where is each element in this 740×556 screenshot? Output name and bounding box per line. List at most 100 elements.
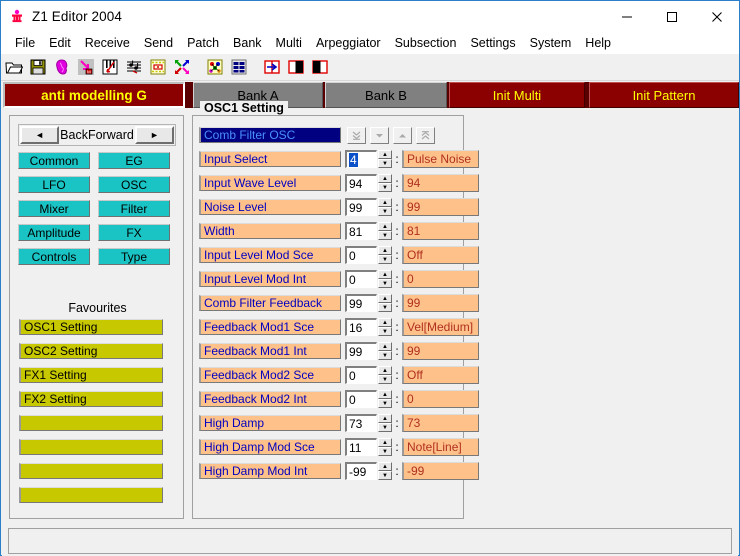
send-arrow-icon[interactable]: M	[75, 56, 97, 78]
favourite-item-1[interactable]: OSC1 Setting	[19, 319, 163, 335]
spinner-down-icon[interactable]: ▼	[378, 423, 392, 432]
sidebar-item-type[interactable]: Type	[98, 248, 170, 265]
spinner-up-icon[interactable]: ▲	[378, 222, 392, 231]
sidebar-item-filter[interactable]: Filter	[98, 200, 170, 217]
param-value[interactable]: 99	[402, 294, 479, 312]
param-spinner[interactable]: ▲ ▼	[378, 438, 392, 456]
param-label[interactable]: Feedback Mod2 Int	[199, 391, 341, 407]
favourite-item-8[interactable]	[19, 487, 163, 503]
param-input[interactable]: 0	[345, 366, 377, 384]
param-value[interactable]: 99	[402, 198, 479, 216]
menu-item-settings[interactable]: Settings	[463, 34, 522, 52]
menu-item-arpeggiator[interactable]: Arpeggiator	[309, 34, 388, 52]
spinner-up-icon[interactable]: ▲	[378, 174, 392, 183]
arpeggiator-icon[interactable]	[204, 56, 226, 78]
param-spinner[interactable]: ▲ ▼	[378, 150, 392, 168]
spinner-up-icon[interactable]: ▲	[378, 198, 392, 207]
spinner-down-icon[interactable]: ▼	[378, 159, 392, 168]
menu-item-patch[interactable]: Patch	[180, 34, 226, 52]
param-label[interactable]: Feedback Mod1 Sce	[199, 319, 341, 335]
menu-item-multi[interactable]: Multi	[269, 34, 309, 52]
forward-button[interactable]: ►	[134, 126, 174, 144]
save-disk-icon[interactable]	[27, 56, 49, 78]
favourite-item-7[interactable]	[19, 463, 163, 479]
param-spinner[interactable]: ▲ ▼	[378, 246, 392, 264]
minimize-icon[interactable]	[604, 1, 649, 32]
param-label[interactable]: Input Level Mod Sce	[199, 247, 341, 263]
param-spinner[interactable]: ▲ ▼	[378, 414, 392, 432]
param-spinner[interactable]: ▲ ▼	[378, 222, 392, 240]
spinner-up-icon[interactable]: ▲	[378, 294, 392, 303]
param-spinner[interactable]: ▲ ▼	[378, 174, 392, 192]
menu-item-help[interactable]: Help	[578, 34, 618, 52]
spinner-down-icon[interactable]: ▼	[378, 183, 392, 192]
spinner-down-icon[interactable]: ▼	[378, 471, 392, 480]
param-value[interactable]: Off	[402, 366, 479, 384]
param-spinner[interactable]: ▲ ▼	[378, 342, 392, 360]
param-value[interactable]: 94	[402, 174, 479, 192]
split-right-icon[interactable]	[309, 56, 331, 78]
spinner-down-icon[interactable]: ▼	[378, 447, 392, 456]
param-spinner[interactable]: ▲ ▼	[378, 318, 392, 336]
tab-init-multi[interactable]: Init Multi	[449, 82, 585, 108]
spinner-up-icon[interactable]: ▲	[378, 246, 392, 255]
param-value[interactable]: 0	[402, 270, 479, 288]
param-value[interactable]: Note[Line]	[402, 438, 479, 456]
param-input[interactable]: 99	[345, 342, 377, 360]
spinner-up-icon[interactable]: ▲	[378, 270, 392, 279]
param-value[interactable]: 81	[402, 222, 479, 240]
menu-item-send[interactable]: Send	[137, 34, 180, 52]
spinner-down-icon[interactable]: ▼	[378, 351, 392, 360]
multi-arrows-icon[interactable]	[171, 56, 193, 78]
favourite-item-4[interactable]: FX2 Setting	[19, 391, 163, 407]
spinner-up-icon[interactable]: ▲	[378, 342, 392, 351]
osc-type-selector[interactable]: Comb Filter OSC	[199, 127, 341, 143]
param-label[interactable]: Comb Filter Feedback	[199, 295, 341, 311]
param-spinner[interactable]: ▲ ▼	[378, 366, 392, 384]
sidebar-item-lfo[interactable]: LFO	[18, 176, 90, 193]
spinner-down-icon[interactable]: ▼	[378, 279, 392, 288]
spinner-down-icon[interactable]: ▼	[378, 231, 392, 240]
menu-item-bank[interactable]: Bank	[226, 34, 269, 52]
open-folder-icon[interactable]	[3, 56, 25, 78]
param-value[interactable]: 73	[402, 414, 479, 432]
param-input[interactable]: -99	[345, 462, 377, 480]
tab-bank-b[interactable]: Bank B	[325, 82, 447, 108]
sidebar-item-controls[interactable]: Controls	[18, 248, 90, 265]
param-input[interactable]: 0	[345, 270, 377, 288]
param-label[interactable]: Input Select	[199, 151, 341, 167]
param-value[interactable]: 0	[402, 390, 479, 408]
param-value[interactable]: -99	[402, 462, 479, 480]
param-label[interactable]: Noise Level	[199, 199, 341, 215]
param-spinner[interactable]: ▲ ▼	[378, 198, 392, 216]
spinner-down-icon[interactable]: ▼	[378, 399, 392, 408]
menu-item-subsection[interactable]: Subsection	[388, 34, 464, 52]
menu-item-file[interactable]: File	[8, 34, 42, 52]
double-down-icon[interactable]	[347, 127, 366, 144]
param-input[interactable]: 99	[345, 198, 377, 216]
tab-init-pattern[interactable]: Init Pattern	[589, 82, 739, 108]
menu-item-edit[interactable]: Edit	[42, 34, 78, 52]
param-input[interactable]: 0	[345, 390, 377, 408]
sidebar-item-fx[interactable]: FX	[98, 224, 170, 241]
sidebar-item-eg[interactable]: EG	[98, 152, 170, 169]
spinner-up-icon[interactable]: ▲	[378, 438, 392, 447]
param-label[interactable]: High Damp Mod Sce	[199, 439, 341, 455]
sidebar-item-osc[interactable]: OSC	[98, 176, 170, 193]
keyboard-patch-icon[interactable]	[99, 56, 121, 78]
param-label[interactable]: Input Wave Level	[199, 175, 341, 191]
staff-notes-icon[interactable]	[123, 56, 145, 78]
split-left-icon[interactable]	[285, 56, 307, 78]
param-input[interactable]: 73	[345, 414, 377, 432]
brain-receive-icon[interactable]	[51, 56, 73, 78]
spinner-down-icon[interactable]: ▼	[378, 303, 392, 312]
param-label[interactable]: High Damp	[199, 415, 341, 431]
param-input[interactable]: 4	[345, 150, 377, 168]
double-up-icon[interactable]	[416, 127, 435, 144]
param-value[interactable]: 99	[402, 342, 479, 360]
param-input[interactable]: 99	[345, 294, 377, 312]
param-value[interactable]: Off	[402, 246, 479, 264]
spinner-down-icon[interactable]: ▼	[378, 327, 392, 336]
param-input[interactable]: 94	[345, 174, 377, 192]
param-input[interactable]: 16	[345, 318, 377, 336]
